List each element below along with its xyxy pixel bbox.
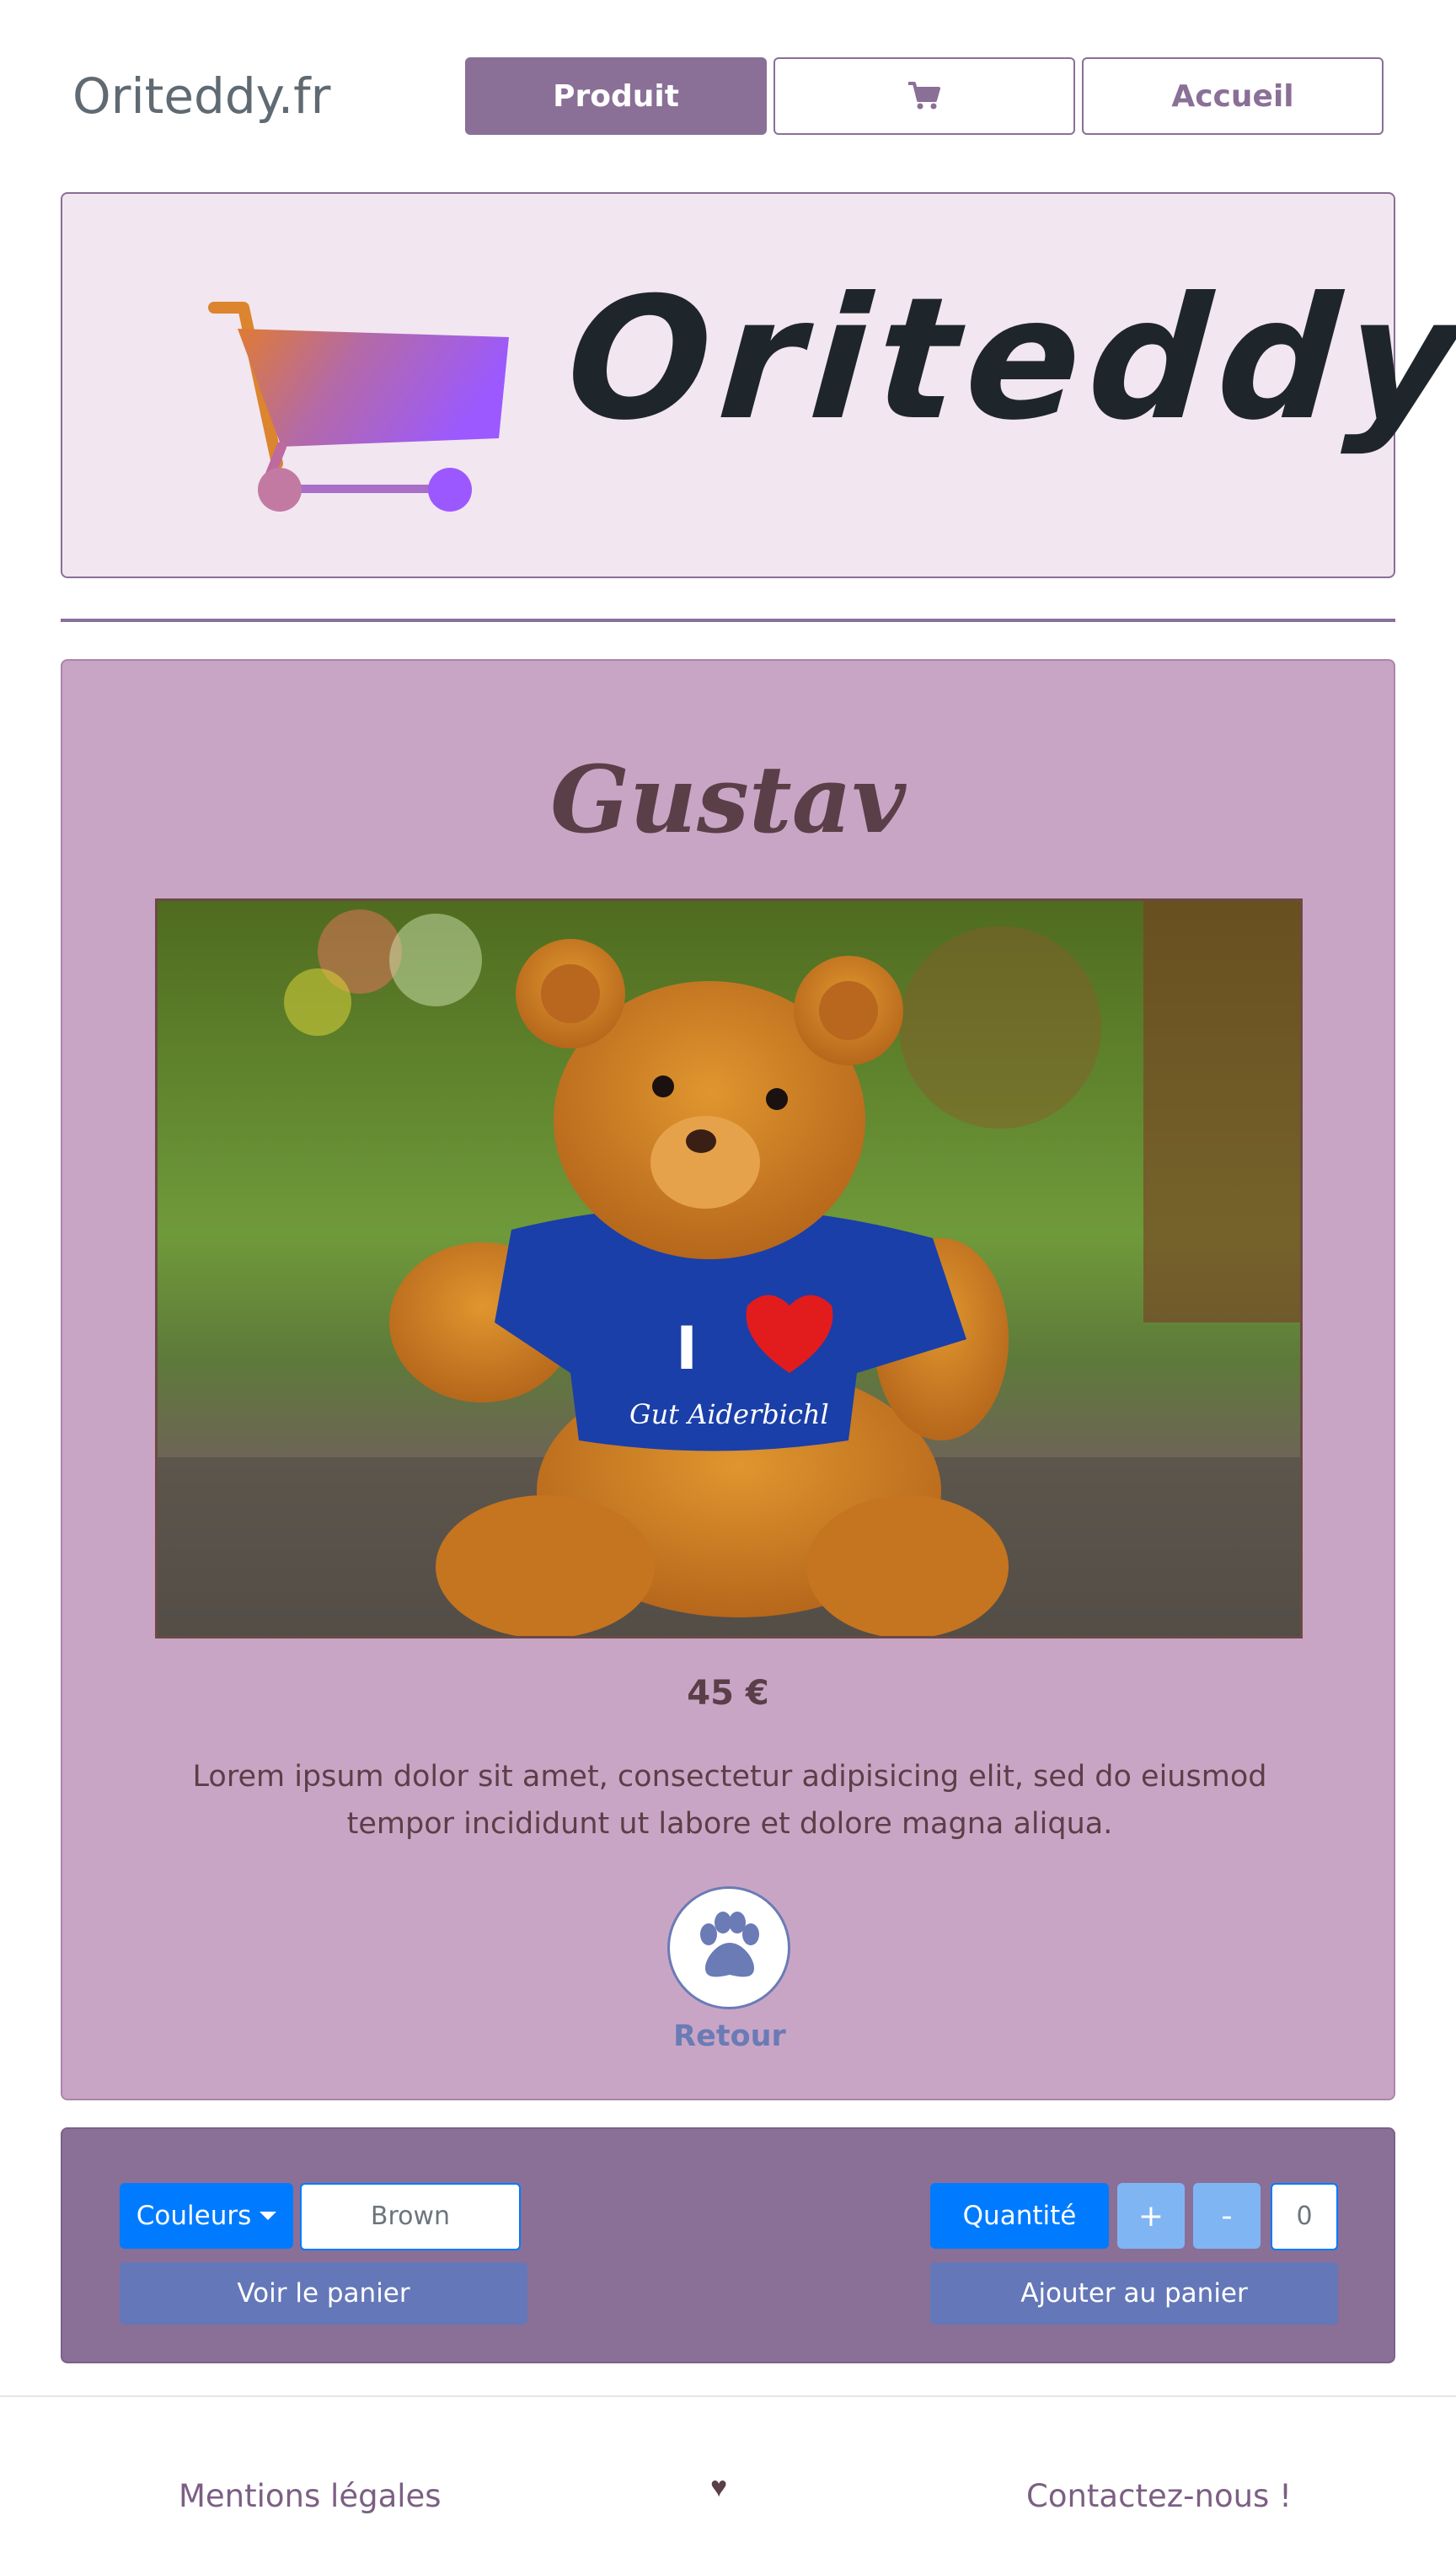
quantity-label: Quantité [930,2183,1109,2249]
svg-text:I: I [676,1314,698,1383]
colors-dropdown-button[interactable]: Couleurs [120,2183,293,2249]
nav-accueil-button[interactable]: Accueil [1082,57,1384,135]
paw-icon [667,1886,790,2009]
nav-cart-button[interactable] [774,57,1075,135]
product-name: Gustav [550,745,906,854]
product-description: Lorem ipsum dolor sit amet, consectetur … [192,1760,1267,1841]
divider [61,619,1395,622]
hero-banner: Oriteddy [61,192,1456,578]
teddy-bear-photo: I Gut Aiderbichl [155,898,1303,1638]
heart-icon: ♥ [710,2471,728,2503]
navbar: Oriteddy.fr Produit Accueil [0,0,1456,194]
product-card: Gustav I Gut Aiderbichl 45 € Lorem ipsum… [61,659,1395,2100]
color-field[interactable]: Brown [300,2183,521,2250]
nav-produit-button[interactable]: Produit [465,57,767,135]
product-price: 45 € [687,1674,769,1713]
contact-link[interactable]: Contactez-nous ! [1026,2478,1292,2514]
quantity-minus-button[interactable]: - [1193,2183,1261,2249]
quantity-plus-button[interactable]: + [1117,2183,1185,2249]
hero-title: Oriteddy [560,261,1456,458]
view-cart-button[interactable]: Voir le panier [120,2262,527,2325]
quantity-field[interactable]: 0 [1271,2183,1338,2250]
shopping-cart-icon [208,302,509,512]
brand-link[interactable]: Oriteddy.fr [72,67,330,125]
add-to-cart-button[interactable]: Ajouter au panier [930,2262,1338,2325]
colors-label: Couleurs [136,2201,252,2231]
back-label: Retour [673,2019,786,2053]
svg-text:Gut Aiderbichl: Gut Aiderbichl [629,1398,829,1430]
back-button[interactable]: Retour [664,1886,795,2063]
cart-controls-panel: Couleurs Brown Quantité + - 0 Voir le pa… [61,2127,1395,2363]
caret-down-icon [260,2212,277,2220]
legal-link[interactable]: Mentions légales [179,2478,442,2514]
cart-icon [908,82,940,110]
footer: Mentions légales ♥ Contactez-nous ! [0,2395,1456,2569]
